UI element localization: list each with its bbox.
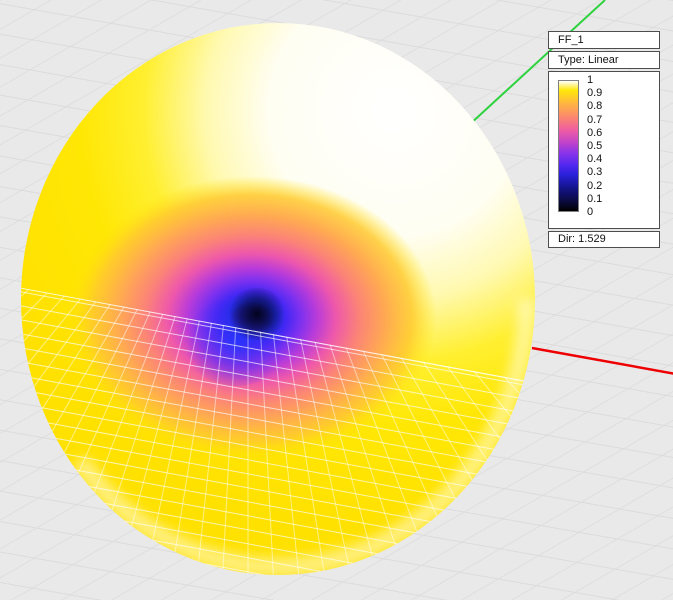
legend-type-box: Type: Linear	[548, 51, 660, 69]
colorbar-tick-label: 0.7	[587, 115, 602, 126]
colorbar-gradient	[558, 80, 579, 212]
legend-colorbar-box: 1 0.9 0.8 0.7 0.6 0.5 0.4 0.3 0.2 0.1 0	[548, 71, 660, 229]
colorbar-tick-label: 1	[587, 75, 593, 86]
colorbar-ticks: 10.90.80.70.60.50.40.30.20.10	[587, 80, 653, 212]
legend-dir-box: Dir: 1.529	[548, 231, 660, 248]
legend-title: FF_1	[558, 34, 584, 46]
colorbar-tick-label: 0.9	[587, 88, 602, 99]
legend-type-label: Type: Linear	[558, 54, 619, 66]
colorbar-tick-label: 0.1	[587, 194, 602, 205]
legend-dir-label: Dir: 1.529	[558, 233, 606, 245]
colorbar-tick-label: 0.4	[587, 154, 602, 165]
colorbar-tick-label: 0.3	[587, 167, 602, 178]
colorbar-tick-label: 0.8	[587, 101, 602, 112]
colorbar-tick-label: 0.2	[587, 181, 602, 192]
colorbar-tick-label: 0	[587, 207, 593, 218]
x-axis-line	[532, 348, 673, 374]
colorbar-tick-label: 0.5	[587, 141, 602, 152]
colorbar-tick-label: 0.6	[587, 128, 602, 139]
viewport-3d[interactable]: FF_1 Type: Linear 1 0.9 0.8 0.7 0.6 0.5 0.4 0.3…	[0, 0, 673, 600]
legend-title-box: FF_1	[548, 31, 660, 49]
farfield-legend: FF_1 Type: Linear 1 0.9 0.8 0.7 0.6 0.5 0.4 0.3…	[548, 31, 660, 248]
